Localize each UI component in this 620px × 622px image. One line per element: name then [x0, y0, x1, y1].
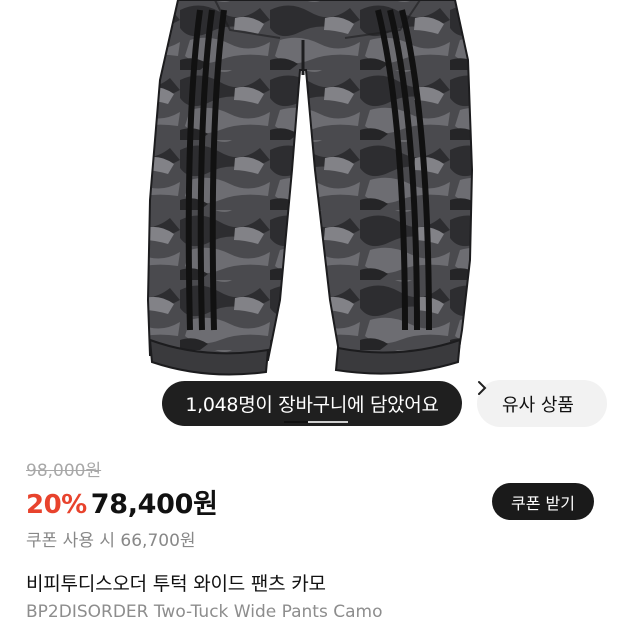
similar-products-button[interactable]: 유사 상품 — [477, 380, 607, 427]
cart-count-banner: 1,048명이 장바구니에 담았어요 — [162, 381, 462, 426]
carousel-indicator-active — [284, 421, 308, 423]
product-title-english: BP2DISORDER Two-Tuck Wide Pants Camo — [26, 602, 383, 622]
product-title-korean: 비피투디스오더 투턱 와이드 팬츠 카모 — [26, 573, 326, 595]
product-image[interactable]: 1,048명이 장바구니에 담았어요 유사 상품 — [0, 0, 620, 440]
get-coupon-button[interactable]: 쿠폰 받기 — [492, 483, 594, 520]
camo-pants-image — [146, 0, 474, 376]
cart-count-text: 1,048명이 장바구니에 담았어요 — [185, 394, 439, 416]
original-price: 98,000원 — [26, 461, 102, 481]
carousel-indicator-track — [308, 421, 348, 423]
discount-rate: 20% — [26, 490, 87, 520]
similar-products-label: 유사 상품 — [502, 394, 574, 416]
sale-price: 78,400원 — [90, 489, 218, 520]
coupon-price-text: 쿠폰 사용 시 66,700원 — [26, 531, 196, 551]
get-coupon-label: 쿠폰 받기 — [511, 493, 575, 513]
price-row: 20% 78,400원 — [26, 482, 218, 521]
